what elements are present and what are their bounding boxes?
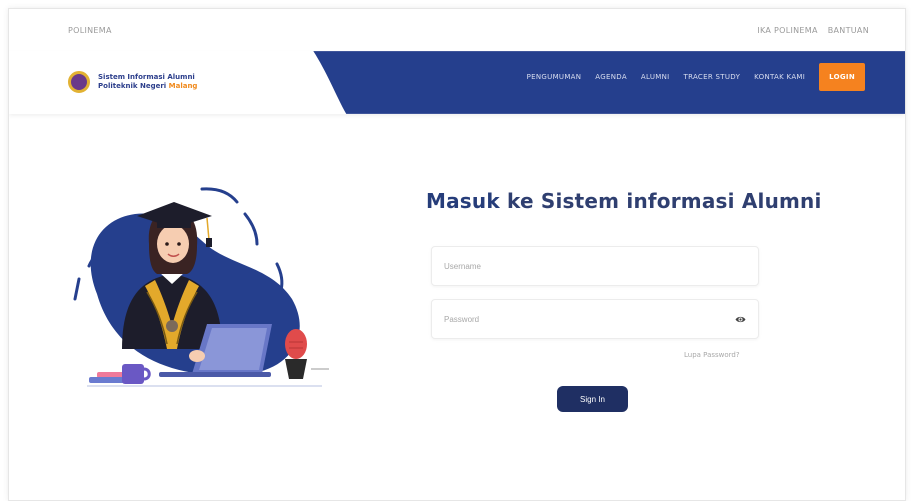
- browser-page: POLINEMA IKA POLINEMA BANTUAN Sistem Inf…: [8, 8, 906, 501]
- nav-pengumuman[interactable]: PENGUMUMAN: [527, 73, 582, 81]
- top-brand[interactable]: POLINEMA: [68, 26, 112, 35]
- top-link-bantuan[interactable]: BANTUAN: [828, 26, 869, 35]
- logo-line-2-prefix: Politeknik Negeri: [98, 82, 169, 90]
- top-link-ika[interactable]: IKA POLINEMA: [757, 26, 817, 35]
- sign-in-button[interactable]: Sign In: [557, 386, 628, 412]
- polinema-emblem-icon: [68, 71, 90, 93]
- nav-tracer-study[interactable]: TRACER STUDY: [684, 73, 741, 81]
- nav-kontak-kami[interactable]: KONTAK KAMI: [754, 73, 805, 81]
- login-heading: Masuk ke Sistem informasi Alumni: [426, 189, 822, 213]
- username-field[interactable]: [431, 246, 759, 286]
- login-heading-rest: ke Sistem informasi Alumni: [499, 189, 822, 213]
- password-input[interactable]: [432, 300, 758, 338]
- show-password-eye-icon[interactable]: [735, 315, 746, 324]
- forgot-password-link[interactable]: Lupa Password?: [684, 351, 740, 359]
- nav-login-button[interactable]: LOGIN: [819, 63, 865, 91]
- top-bar: POLINEMA IKA POLINEMA BANTUAN: [9, 9, 905, 51]
- site-logo[interactable]: Sistem Informasi Alumni Politeknik Neger…: [68, 71, 197, 93]
- nav-agenda[interactable]: AGENDA: [595, 73, 627, 81]
- logo-line-1: Sistem Informasi Alumni: [98, 73, 195, 81]
- login-heading-strong: Masuk: [426, 189, 500, 213]
- main-navbar: Sistem Informasi Alumni Politeknik Neger…: [9, 51, 905, 114]
- password-field[interactable]: [431, 299, 759, 339]
- nav-links: PENGUMUMAN AGENDA ALUMNI TRACER STUDY KO…: [527, 63, 865, 91]
- graduate-illustration: [73, 187, 329, 387]
- logo-text: Sistem Informasi Alumni Politeknik Neger…: [98, 73, 197, 91]
- username-input[interactable]: [432, 247, 758, 285]
- logo-line-2-accent: Malang: [168, 82, 198, 90]
- logo-line-2: Politeknik Negeri Malang: [98, 82, 197, 91]
- top-links: IKA POLINEMA BANTUAN: [757, 26, 869, 35]
- nav-alumni[interactable]: ALUMNI: [641, 73, 670, 81]
